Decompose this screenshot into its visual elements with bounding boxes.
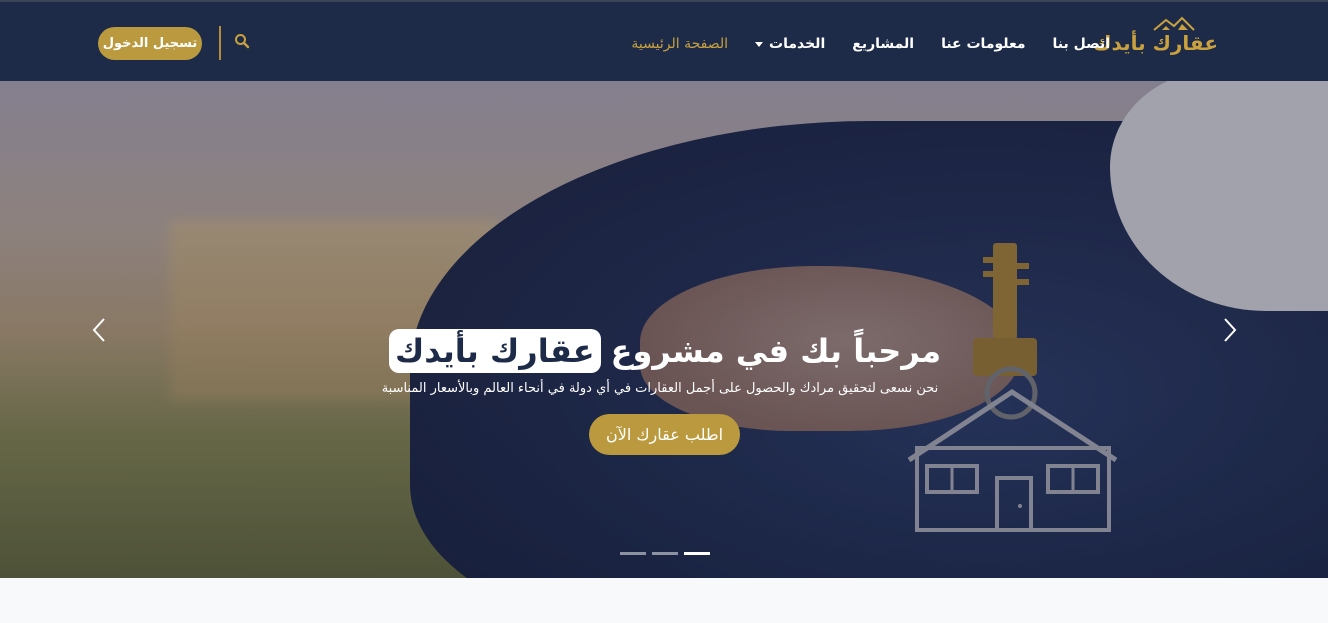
- search-icon[interactable]: [234, 33, 250, 49]
- caret-down-icon: [755, 41, 764, 47]
- nav-divider: [219, 26, 221, 60]
- nav-item-about[interactable]: معلومات عنا: [941, 36, 1025, 52]
- brand-logo[interactable]: عقارك بأيدك: [1093, 14, 1218, 70]
- hero-title-prefix: مرحباً بك في مشروع: [610, 332, 942, 370]
- brand-name: عقارك بأيدك: [1093, 31, 1218, 55]
- hero-title: مرحباً بك في مشروع عقارك بأيدك: [370, 327, 960, 375]
- nav-item-services-label: الخدمات: [769, 36, 826, 52]
- hero-title-highlight: عقارك بأيدك: [388, 329, 601, 373]
- carousel-indicator-3[interactable]: [684, 552, 710, 555]
- carousel-indicator-2[interactable]: [652, 552, 678, 555]
- nav-item-home[interactable]: الصفحة الرئيسية: [631, 36, 728, 52]
- hero-carousel: مرحباً بك في مشروع عقارك بأيدك نحن نسعى …: [0, 81, 1328, 578]
- nav-item-contact[interactable]: اتصل بنا: [1053, 36, 1110, 52]
- nav-item-services[interactable]: الخدمات: [755, 36, 825, 52]
- carousel-indicator-1[interactable]: [620, 552, 646, 555]
- chevron-right-icon[interactable]: [1219, 317, 1239, 343]
- login-button[interactable]: تسجيل الدخول: [98, 27, 202, 60]
- hero-subtitle: نحن نسعى لتحقيق مرادك والحصول على أجمل ا…: [381, 381, 939, 396]
- chevron-left-icon[interactable]: [90, 317, 110, 343]
- main-nav: الصفحة الرئيسية الخدمات المشاريع معلومات…: [631, 33, 1110, 55]
- house-roof-icon: [1153, 16, 1195, 31]
- order-property-button[interactable]: اطلب عقارك الآن: [589, 414, 740, 455]
- carousel-indicators: [620, 552, 710, 556]
- page-content-start: [0, 578, 1328, 623]
- nav-item-projects[interactable]: المشاريع: [852, 36, 914, 52]
- navbar: عقارك بأيدك الصفحة الرئيسية الخدمات المش…: [0, 0, 1328, 81]
